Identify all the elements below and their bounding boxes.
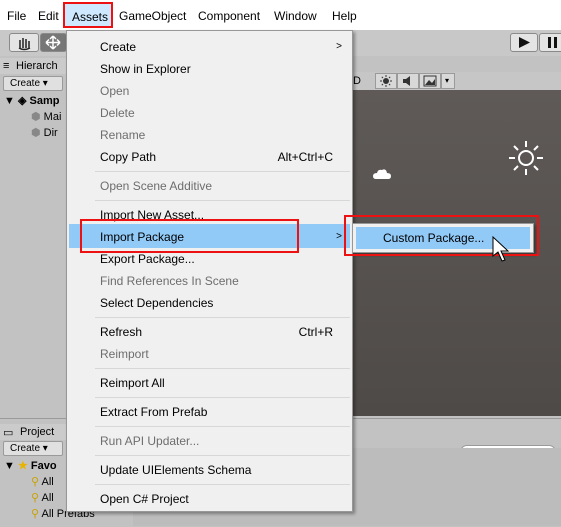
menu-file[interactable]: File <box>7 8 26 24</box>
project-create-button[interactable]: Create ▾ <box>3 441 63 456</box>
menu-item-show-in-explorer[interactable]: Show in Explorer <box>100 61 191 77</box>
menu-item-copy-path[interactable]: Copy Path <box>100 149 156 165</box>
menu-separator <box>95 426 350 427</box>
favorites-row[interactable]: ▼ ★ Favo <box>4 459 57 473</box>
copy-path-shortcut: Alt+Ctrl+C <box>277 150 333 164</box>
menu-bar: File Edit Assets GameObject Component Wi… <box>0 0 561 31</box>
menu-window[interactable]: Window <box>274 8 317 24</box>
star-icon: ★ <box>17 460 28 472</box>
search-icon: ⚲ <box>31 492 40 504</box>
sun-icon <box>509 141 543 175</box>
expand-arrow-icon: ▼ <box>4 460 15 472</box>
menu-assets-label: Assets <box>72 10 109 24</box>
annotation-box-import-package <box>80 219 299 253</box>
expand-arrow-icon: ▼ <box>4 95 15 107</box>
sun-icon <box>380 75 392 87</box>
menu-item-find-references[interactable]: Find References In Scene <box>100 273 239 289</box>
hand-tool-button[interactable] <box>9 33 39 52</box>
speaker-icon <box>403 76 410 86</box>
menu-separator <box>95 397 350 398</box>
unity-icon: ◈ <box>17 95 27 107</box>
menu-item-create[interactable]: Create <box>100 39 136 55</box>
hierarchy-tab-icon: ≡ <box>3 60 10 72</box>
menu-separator <box>95 200 350 201</box>
hierarchy-create-button[interactable]: Create ▾ <box>3 76 63 91</box>
gameobject-icon: ⬢ <box>31 111 41 123</box>
assets-menu: Create > Show in Explorer Open Delete Re… <box>66 30 353 512</box>
menu-item-select-dependencies[interactable]: Select Dependencies <box>100 295 213 311</box>
search-icon: ⚲ <box>31 476 40 488</box>
hand-icon <box>18 38 31 51</box>
submenu-arrow-icon: > <box>336 231 342 242</box>
favorites-item[interactable]: ⚲ All <box>31 475 54 489</box>
play-icon <box>519 37 530 48</box>
submenu-arrow-icon: > <box>336 41 342 52</box>
menu-item-export-package[interactable]: Export Package... <box>100 251 195 267</box>
menu-item-rename[interactable]: Rename <box>100 127 145 143</box>
image-icon <box>423 75 437 87</box>
gameobject-icon: ⬢ <box>31 127 41 139</box>
effects-dropdown[interactable]: ▾ <box>441 73 455 89</box>
menu-item-reimport[interactable]: Reimport <box>100 346 149 362</box>
folder-icon: ▭ <box>3 427 14 439</box>
menu-item-delete[interactable]: Delete <box>100 105 135 121</box>
menu-item-run-api-updater[interactable]: Run API Updater... <box>100 433 199 449</box>
play-button[interactable] <box>510 33 538 52</box>
menu-item-open-csharp-project[interactable]: Open C# Project <box>100 491 189 507</box>
project-tab-label: Project <box>20 426 55 438</box>
menu-separator <box>95 455 350 456</box>
pause-button[interactable] <box>539 33 561 52</box>
favorites-item-label: All <box>41 492 54 504</box>
lighting-toggle[interactable] <box>375 73 397 89</box>
menu-item-open[interactable]: Open <box>100 83 129 99</box>
hierarchy-item-light[interactable]: ⬢ Dir <box>31 126 58 140</box>
favorites-item-label: All <box>41 476 54 488</box>
menu-component[interactable]: Component <box>198 8 260 24</box>
menu-item-refresh[interactable]: Refresh <box>100 324 142 340</box>
menu-separator <box>95 484 350 485</box>
menu-item-open-scene-additive[interactable]: Open Scene Additive <box>100 178 212 194</box>
move-icon <box>45 35 61 50</box>
favorites-label: Favo <box>30 460 57 472</box>
hierarchy-tab[interactable]: ≡ Hierarch <box>0 58 67 74</box>
menu-item-extract-from-prefab[interactable]: Extract From Prefab <box>100 404 207 420</box>
pause-icon <box>548 37 557 48</box>
refresh-shortcut: Ctrl+R <box>298 325 333 339</box>
menu-help[interactable]: Help <box>332 8 357 24</box>
menu-separator <box>95 171 350 172</box>
hierarchy-item-label: Mai <box>43 111 62 123</box>
favorites-item[interactable]: ⚲ All <box>31 491 54 505</box>
hierarchy-item-camera[interactable]: ⬢ Mai <box>31 110 61 124</box>
scene-label: Samp <box>29 95 60 107</box>
search-icon: ⚲ <box>31 508 40 520</box>
menu-separator <box>95 317 350 318</box>
menu-separator <box>95 368 350 369</box>
cloud-icon <box>373 169 391 179</box>
menu-assets[interactable]: Assets <box>63 2 113 28</box>
scene-toolbar: D ▾ <box>353 72 561 90</box>
menu-item-update-uielements-schema[interactable]: Update UIElements Schema <box>100 462 251 478</box>
audio-toggle[interactable] <box>397 73 419 89</box>
project-tab[interactable]: ▭ Project <box>0 424 67 440</box>
menu-gameobject[interactable]: GameObject <box>119 8 186 24</box>
mouse-cursor-icon <box>492 236 510 262</box>
scene-row[interactable]: ▼ ◈ Samp <box>4 94 59 108</box>
scene-2d-label: D <box>353 75 361 87</box>
effects-toggle[interactable] <box>419 73 441 89</box>
menu-item-reimport-all[interactable]: Reimport All <box>100 375 165 391</box>
menu-edit[interactable]: Edit <box>38 8 59 24</box>
hierarchy-tab-label: Hierarch <box>16 60 58 72</box>
move-tool-button[interactable] <box>40 33 67 52</box>
hierarchy-item-label: Dir <box>43 127 58 139</box>
